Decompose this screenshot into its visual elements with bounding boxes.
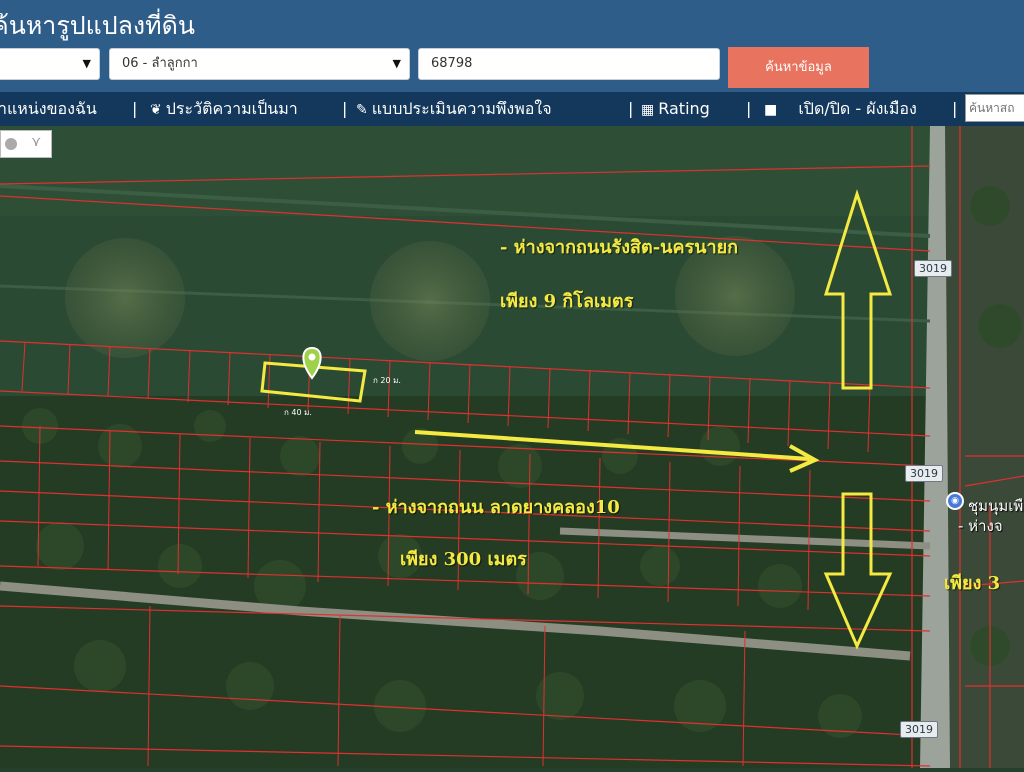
nav-separator: | [952,99,958,118]
toggle-square-icon: ■ [764,102,778,118]
district-select[interactable]: 06 - ลำลูกกา ▼ [109,48,410,80]
poi-marker-icon[interactable]: ◉ [946,492,964,510]
nav-bar: าแหน่งของฉัน | ❦ ประวัติความเป็นมา | ✎ แบบ… [0,92,1024,126]
nav-label-history: ประวัติความเป็นมา [165,99,298,118]
nav-separator: | [132,99,138,118]
annotation-distance-300m: เพียง 300 เมตร [400,549,527,570]
province-select[interactable]: ▼ [0,48,100,80]
rating-chart-icon: ▦ [641,102,655,118]
nav-separator: | [628,99,634,118]
nav-item-survey[interactable]: ✎ แบบประเมินความพึงพอใจ [356,97,552,122]
nav-item-my-location[interactable]: าแหน่งของฉัน [0,97,97,121]
nav-label-my-location: าแหน่งของฉัน [0,99,97,118]
poi-note: - ห่างจ [958,517,1003,535]
nav-label-city-plan-toggle: เปิด/ปิด - ผังเมือง [798,99,917,118]
annotation-distance-9km: เพียง 9 กิโลเมตร [500,291,634,312]
header-bar: ค้นหารูปแปลงที่ดิน ▼ 06 - ลำลูกกา ▼ 6879… [0,0,1024,92]
annotation-distance-rangsit: - ห่างจากถนนรังสิต-นครนายก [500,237,739,258]
search-button[interactable]: ค้นหาข้อมูล [728,47,869,88]
road-number-label: 3019 [905,465,943,482]
nav-item-rating[interactable]: ▦ Rating [641,97,710,122]
nav-label-survey: แบบประเมินความพึงพอใจ [371,99,552,118]
bird-icon[interactable]: ⋎ [31,134,41,150]
annotation-distance-cut: เพียง 3 [944,573,1001,594]
survey-icon: ✎ [356,102,368,118]
watermark-seal [370,241,490,361]
satellite-map [0,126,1024,768]
history-icon: ❦ [150,102,162,118]
district-select-value: 06 - ลำลูกกา [122,56,198,71]
parcel-width-label: ก 20 ม. [373,376,401,385]
chevron-down-icon: ▼ [392,57,401,70]
chevron-down-icon: ▼ [82,57,91,70]
nav-separator: | [746,99,752,118]
nav-item-city-plan-toggle[interactable]: ■ เปิด/ปิด - ผังเมือง [764,97,917,122]
annotation-distance-klong10: - ห่างจากถนน ลาดยางคลอง10 [372,497,620,518]
circle-tool-icon[interactable] [5,138,17,150]
place-search-input[interactable] [965,94,1024,122]
road-number-label: 3019 [900,721,938,738]
parcel-number-value: 68798 [431,56,473,71]
nav-label-rating: Rating [658,99,710,118]
map-toolbar[interactable]: ⋎ [0,130,52,158]
nav-separator: | [342,99,348,118]
page-title: ค้นหารูปแปลงที่ดิน [0,11,195,40]
watermark-seal [65,238,185,358]
nav-item-history[interactable]: ❦ ประวัติความเป็นมา [150,97,298,122]
map-view[interactable] [0,126,1024,768]
parcel-number-input[interactable]: 68798 [418,48,720,80]
parcel-length-label: ก 40 ม. [284,408,312,417]
road-number-label: 3019 [914,260,952,277]
